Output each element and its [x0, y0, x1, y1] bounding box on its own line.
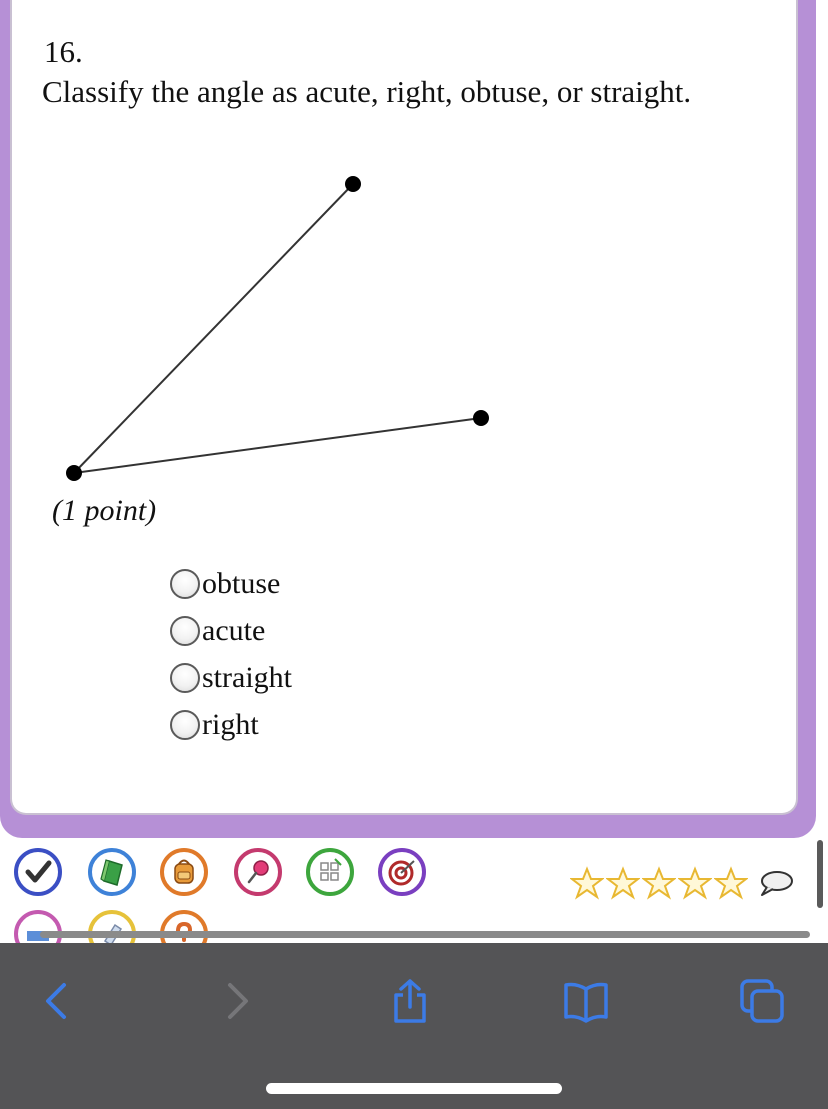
angle-figure	[66, 176, 489, 481]
answer-choices: obtuse acute straight right	[170, 560, 292, 748]
back-button[interactable]	[30, 973, 86, 1029]
tabs-icon	[740, 979, 784, 1023]
choice-label: acute	[202, 613, 266, 647]
horizontal-scrollbar[interactable]	[40, 931, 810, 938]
grid-tool-icon	[320, 858, 342, 881]
target-tool-button[interactable]	[378, 848, 426, 896]
bookmarks-icon	[564, 982, 608, 1023]
share-icon	[394, 979, 426, 1023]
grid-tool-button[interactable]	[306, 848, 354, 896]
points-label: (1 point)	[52, 494, 157, 527]
choice-acute[interactable]: acute	[170, 607, 292, 654]
backpack-tool-button[interactable]	[160, 848, 208, 896]
ray-endpoint-lower	[473, 410, 489, 426]
forward-button[interactable]	[208, 973, 264, 1029]
star-icon[interactable]	[570, 866, 604, 900]
star-icon[interactable]	[606, 866, 640, 900]
ray-upper	[73, 183, 354, 474]
home-indicator[interactable]	[266, 1083, 562, 1094]
vertex-point	[66, 465, 82, 481]
rating-stars[interactable]	[570, 866, 750, 900]
star-icon[interactable]	[714, 866, 748, 900]
share-button[interactable]	[382, 973, 438, 1029]
checkmark-tool-button[interactable]	[14, 848, 62, 896]
choice-obtuse[interactable]: obtuse	[170, 560, 292, 607]
radio-button[interactable]	[170, 615, 200, 646]
back-icon	[46, 983, 66, 1019]
star-icon[interactable]	[642, 866, 676, 900]
choice-straight[interactable]: straight	[170, 654, 292, 701]
choice-label: straight	[202, 660, 292, 694]
choice-label: obtuse	[202, 566, 281, 600]
choice-label: right	[202, 707, 259, 741]
checkmark-icon	[25, 860, 52, 883]
radio-button[interactable]	[170, 662, 200, 693]
choice-right[interactable]: right	[170, 701, 292, 748]
bookmarks-button[interactable]	[558, 973, 614, 1029]
ray-endpoint-upper	[345, 176, 361, 192]
vertical-scrollbar[interactable]	[817, 840, 823, 908]
target-icon	[388, 860, 415, 886]
book-icon	[100, 859, 123, 886]
pushpin-tool-button[interactable]	[234, 848, 282, 896]
question-card: 16. Classify the angle as acute, right, …	[10, 0, 798, 815]
comment-icon[interactable]	[758, 869, 794, 897]
ray-lower	[73, 417, 482, 474]
browser-toolbar	[0, 943, 828, 1109]
forward-icon	[228, 983, 248, 1019]
radio-button[interactable]	[170, 568, 200, 599]
tabs-button[interactable]	[734, 973, 790, 1029]
radio-button[interactable]	[170, 709, 200, 740]
pushpin-icon	[247, 860, 269, 884]
star-icon[interactable]	[678, 866, 712, 900]
backpack-icon	[174, 859, 194, 884]
book-tool-button[interactable]	[88, 848, 136, 896]
